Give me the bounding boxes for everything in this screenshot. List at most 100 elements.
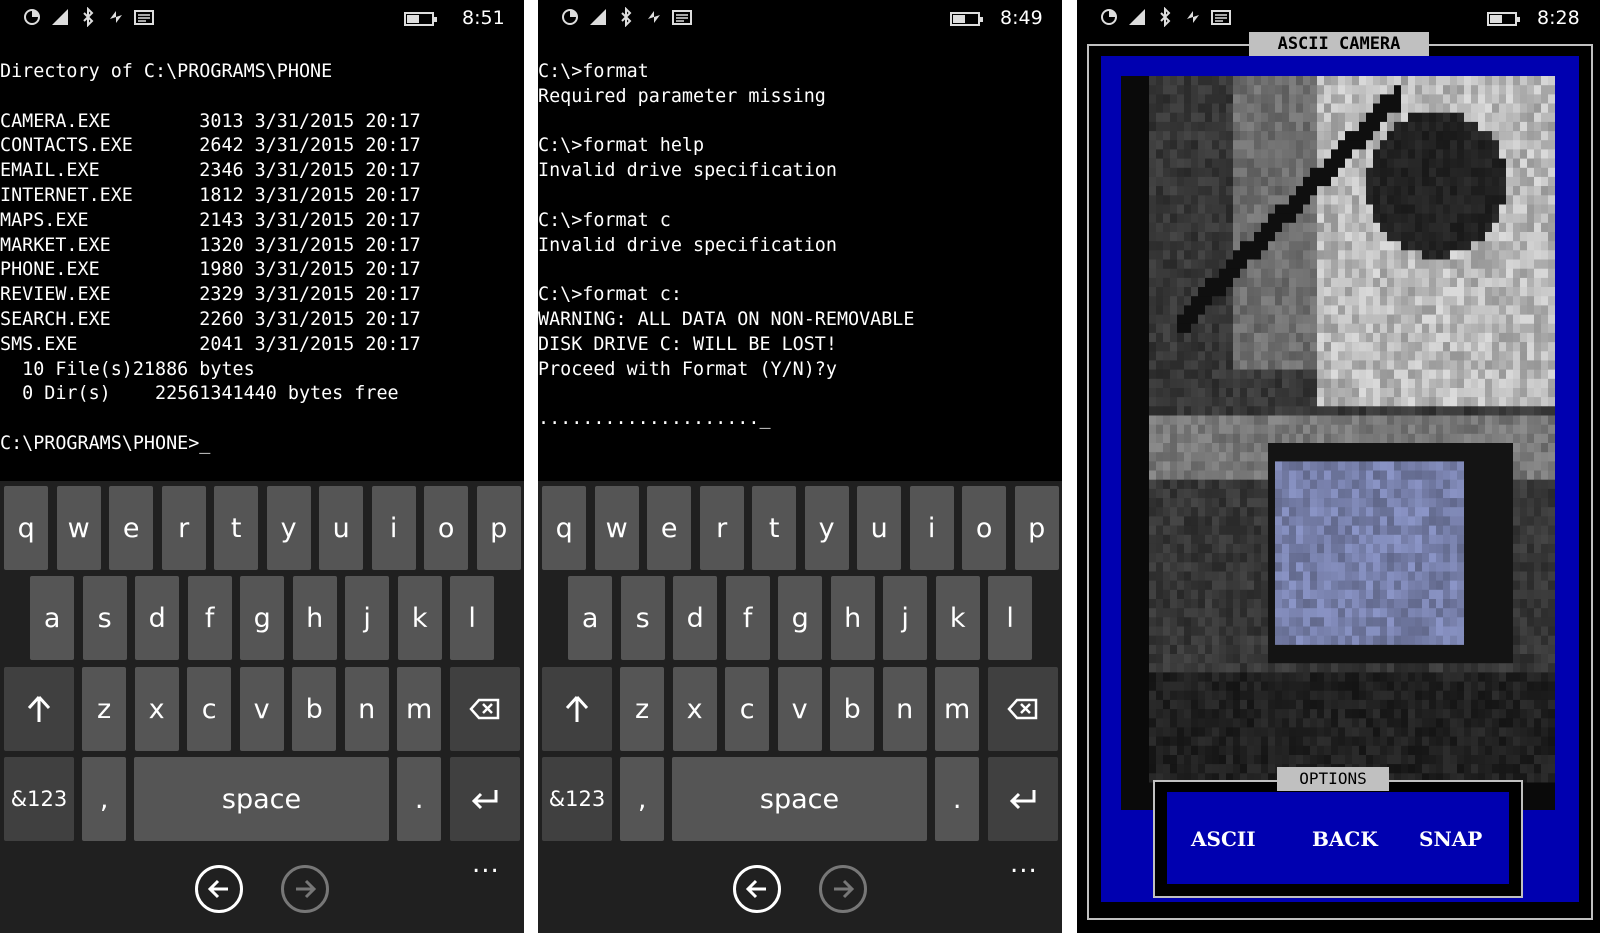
- shift-key[interactable]: [542, 667, 612, 751]
- more-options-button[interactable]: ...: [1010, 849, 1038, 879]
- key-i[interactable]: i: [909, 486, 954, 570]
- key-g[interactable]: g: [240, 576, 285, 660]
- key-k[interactable]: k: [935, 576, 980, 660]
- back-button[interactable]: BACK: [1312, 827, 1378, 851]
- status-bar: 8:51: [0, 0, 524, 36]
- shift-key[interactable]: [4, 667, 74, 751]
- key-d[interactable]: d: [135, 576, 180, 660]
- key-b[interactable]: b: [292, 667, 337, 751]
- key-r[interactable]: r: [161, 486, 206, 570]
- key-h[interactable]: h: [292, 576, 337, 660]
- key-z[interactable]: z: [620, 667, 665, 751]
- app-bar: ...: [538, 849, 1062, 933]
- space-key[interactable]: space: [672, 757, 927, 841]
- key-a[interactable]: a: [568, 576, 613, 660]
- key-y[interactable]: y: [804, 486, 849, 570]
- key-e[interactable]: e: [109, 486, 154, 570]
- key-j[interactable]: j: [883, 576, 928, 660]
- key-m[interactable]: m: [397, 667, 442, 751]
- signal-icon: [1099, 7, 1119, 27]
- key-x[interactable]: x: [672, 667, 717, 751]
- key-p[interactable]: p: [476, 486, 521, 570]
- numbers-key[interactable]: &123: [4, 757, 74, 841]
- comma-key[interactable]: ,: [620, 757, 665, 841]
- signal-icon: [22, 7, 42, 27]
- key-e[interactable]: e: [647, 486, 692, 570]
- key-w[interactable]: w: [594, 486, 639, 570]
- backspace-key[interactable]: [450, 667, 520, 751]
- key-u[interactable]: u: [319, 486, 364, 570]
- key-b[interactable]: b: [830, 667, 875, 751]
- key-g[interactable]: g: [778, 576, 823, 660]
- terminal-line: DISK DRIVE C: WILL BE LOST!: [538, 333, 837, 355]
- key-i[interactable]: i: [371, 486, 416, 570]
- key-v[interactable]: v: [777, 667, 822, 751]
- key-o[interactable]: o: [424, 486, 469, 570]
- key-r[interactable]: r: [699, 486, 744, 570]
- key-o[interactable]: o: [962, 486, 1007, 570]
- ascii-camera-screen: 8:28 ASCII CAMERA OPTIONS ASCII BACK SNA…: [1077, 0, 1600, 933]
- shift-arrow-icon: [27, 695, 51, 722]
- key-x[interactable]: x: [134, 667, 179, 751]
- back-arrow-button[interactable]: [733, 865, 781, 913]
- space-key[interactable]: space: [134, 757, 389, 841]
- enter-key[interactable]: [450, 757, 520, 841]
- key-n[interactable]: n: [344, 667, 389, 751]
- numbers-key[interactable]: &123: [542, 757, 612, 841]
- key-j[interactable]: j: [345, 576, 390, 660]
- status-bar: 8:28: [1077, 0, 1600, 36]
- period-key[interactable]: .: [397, 757, 442, 841]
- period-key[interactable]: .: [935, 757, 980, 841]
- key-m[interactable]: m: [935, 667, 980, 751]
- terminal-line: Directory of C:\PROGRAMS\PHONE: [0, 61, 333, 82]
- key-c[interactable]: c: [725, 667, 770, 751]
- comma-key[interactable]: ,: [82, 757, 127, 841]
- key-w[interactable]: w: [56, 486, 101, 570]
- key-l[interactable]: l: [988, 576, 1033, 660]
- forward-arrow-button[interactable]: [281, 865, 329, 913]
- notification-icon: [1211, 7, 1231, 27]
- key-s[interactable]: s: [620, 576, 665, 660]
- key-y[interactable]: y: [266, 486, 311, 570]
- key-n[interactable]: n: [882, 667, 927, 751]
- terminal-line: CONTACTS.EXE 2642 3/31/2015 20:17: [0, 135, 421, 157]
- clock: 8:51: [462, 7, 505, 29]
- key-q[interactable]: q: [542, 486, 587, 570]
- key-z[interactable]: z: [82, 667, 127, 751]
- enter-icon: [471, 790, 498, 810]
- key-t[interactable]: t: [214, 486, 259, 570]
- forward-arrow-button[interactable]: [819, 865, 867, 913]
- back-arrow-button[interactable]: [195, 865, 243, 913]
- key-a[interactable]: a: [30, 576, 75, 660]
- key-h[interactable]: h: [830, 576, 875, 660]
- more-options-button[interactable]: ...: [472, 849, 500, 879]
- ascii-viewfinder[interactable]: [1121, 76, 1555, 810]
- snap-button[interactable]: SNAP: [1419, 827, 1482, 851]
- terminal-line: Required parameter missing: [538, 85, 826, 107]
- key-q[interactable]: q: [4, 486, 49, 570]
- key-l[interactable]: l: [450, 576, 495, 660]
- data-connection-icon: [644, 7, 664, 27]
- key-d[interactable]: d: [673, 576, 718, 660]
- key-t[interactable]: t: [752, 486, 797, 570]
- enter-key[interactable]: [988, 757, 1058, 841]
- key-v[interactable]: v: [239, 667, 284, 751]
- key-f[interactable]: f: [725, 576, 770, 660]
- backspace-key[interactable]: [988, 667, 1058, 751]
- back-arrow-icon: [745, 879, 766, 899]
- backspace-icon: [1007, 698, 1038, 720]
- notification-icon: [672, 7, 692, 27]
- status-bar: 8:49: [538, 0, 1062, 36]
- key-u[interactable]: u: [857, 486, 902, 570]
- screen-divider: [524, 0, 538, 933]
- key-p[interactable]: p: [1014, 486, 1059, 570]
- app-bar: ...: [0, 849, 524, 933]
- signal-icon: [560, 7, 580, 27]
- key-f[interactable]: f: [187, 576, 232, 660]
- key-s[interactable]: s: [82, 576, 127, 660]
- key-k[interactable]: k: [397, 576, 442, 660]
- key-c[interactable]: c: [187, 667, 232, 751]
- terminal-format-screen: 8:49 C:\>format Required parameter missin…: [538, 0, 1062, 933]
- ascii-button[interactable]: ASCII: [1191, 827, 1256, 851]
